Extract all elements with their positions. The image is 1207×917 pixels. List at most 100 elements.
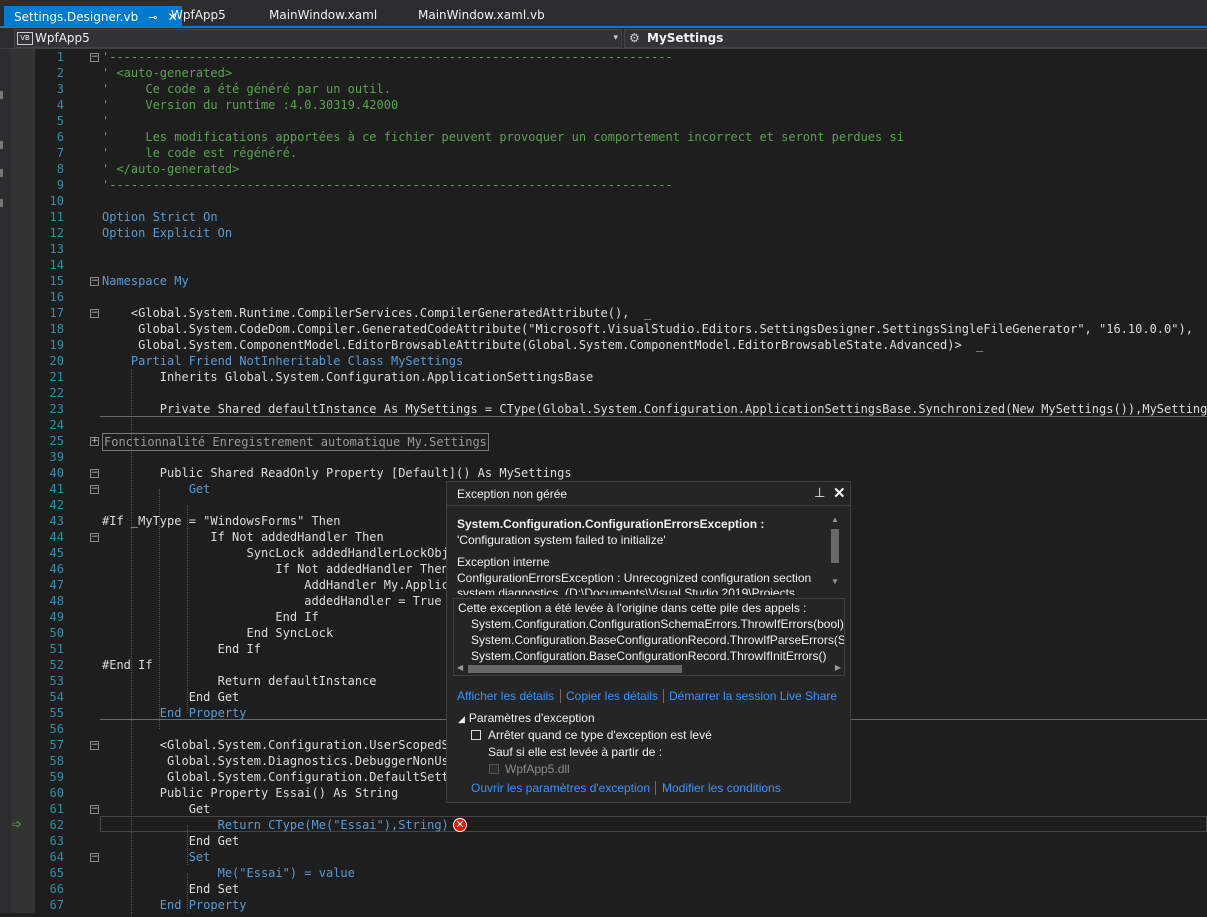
line-number: 47	[49, 578, 64, 592]
line-number: 11	[49, 210, 64, 224]
line-number: 64	[49, 850, 64, 864]
scroll-right-icon[interactable]: ▶	[835, 663, 841, 672]
line-number: 20	[49, 354, 64, 368]
line-number: 49	[49, 610, 64, 624]
code-line: End If	[102, 642, 261, 656]
tab-label: MainWindow.xaml	[269, 8, 378, 22]
collapse-icon[interactable]: −	[90, 741, 99, 750]
scroll-up-icon[interactable]: ▲	[831, 515, 839, 524]
collapse-icon[interactable]: −	[90, 853, 99, 862]
code-line: Return defaultInstance	[102, 674, 377, 688]
line-number: 2	[56, 66, 64, 80]
call-stack-scrollbar[interactable]: ◀ ▶	[454, 663, 844, 675]
edit-conditions-link[interactable]: Modifier les conditions	[662, 781, 781, 795]
collapse-icon[interactable]: −	[90, 309, 99, 318]
project-dropdown[interactable]: VB WpfApp5 ▾	[14, 29, 622, 48]
break-checkbox[interactable]	[471, 730, 481, 740]
code-line: Get	[102, 482, 211, 496]
open-exception-settings-link[interactable]: Ouvrir les paramètres d'exception	[471, 781, 650, 795]
code-line-current: End Get	[102, 834, 240, 848]
pin-icon[interactable]: ⊥	[814, 485, 825, 501]
scroll-thumb[interactable]	[468, 665, 682, 673]
code-line: '---------------------------------------…	[102, 50, 673, 64]
collapse-icon[interactable]: −	[90, 469, 99, 478]
code-line: End Set	[102, 882, 240, 896]
class-icon: ⚙	[629, 31, 640, 45]
member-dropdown[interactable]: ⚙ MySettings	[624, 29, 1207, 48]
code-line: ' le code est régénéré.	[102, 146, 298, 160]
line-number: 39	[49, 450, 64, 464]
code-line: ' </auto-generated>	[102, 162, 240, 176]
inner-exception-message: ConfigurationErrorsException : Unrecogni…	[457, 571, 812, 585]
code-line: Return CType(Me("Essai"),String)	[102, 818, 449, 832]
line-number: 46	[49, 562, 64, 576]
tab-mainwindow-xaml[interactable]: MainWindow.xaml	[269, 4, 377, 26]
code-line: #If _MyType = "WindowsForms" Then	[102, 514, 341, 528]
code-line: AddHandler My.Applica	[102, 578, 457, 592]
line-number: 62	[49, 818, 64, 832]
call-stack-title: Cette exception a été levée à l'origine …	[458, 601, 807, 615]
code-line: ' Les modifications apportées à ce fichi…	[102, 130, 904, 144]
tab-mainwindow-xaml-vb[interactable]: MainWindow.xaml.vb	[418, 4, 545, 26]
line-number: 23	[49, 402, 64, 416]
error-icon[interactable]: ✕	[453, 818, 467, 832]
collapse-icon[interactable]: −	[90, 805, 99, 814]
line-number: 55	[49, 706, 64, 720]
vb-file-icon: VB	[17, 32, 33, 45]
scroll-left-icon[interactable]: ◀	[457, 663, 463, 672]
code-line: ' Ce code a été généré par un outil.	[102, 82, 391, 96]
code-line: '	[102, 114, 110, 128]
exception-settings-header[interactable]: ◢ Paramètres d'exception	[458, 711, 595, 725]
message-scrollbar[interactable]: ▲ ▼	[829, 515, 841, 593]
line-number: 52	[49, 658, 64, 672]
collapse-icon[interactable]: −	[90, 53, 99, 62]
line-number: 66	[49, 882, 64, 896]
expand-icon[interactable]: +	[90, 437, 99, 446]
collapse-icon[interactable]: −	[90, 485, 99, 494]
inner-exception-message-cut: system.diagnostics. (D:\Documents\Visual…	[457, 586, 795, 595]
scroll-thumb[interactable]	[831, 529, 839, 563]
line-number: 67	[49, 898, 64, 912]
line-number: 65	[49, 866, 64, 880]
copy-details-link[interactable]: Copier les détails	[566, 689, 658, 703]
code-line: addedHandler = True	[102, 594, 442, 608]
live-share-link[interactable]: Démarrer la session Live Share	[669, 689, 837, 703]
line-number: 61	[49, 802, 64, 816]
code-line: If Not addedHandler Then	[102, 562, 449, 576]
line-number: 4	[56, 98, 64, 112]
tab-wpfapp5[interactable]: WpfApp5	[171, 4, 226, 26]
pin-icon[interactable]: ⊸	[148, 11, 157, 24]
line-number: 21	[49, 370, 64, 384]
close-icon[interactable]: ✕	[833, 484, 846, 502]
line-number: 3	[56, 82, 64, 96]
line-number: 19	[49, 338, 64, 352]
tab-label: Settings.Designer.vb	[14, 10, 139, 24]
code-line: Option Strict On	[102, 210, 218, 224]
call-stack-frame: System.Configuration.ConfigurationSchema…	[471, 617, 844, 631]
tab-label: MainWindow.xaml.vb	[418, 8, 545, 22]
line-number: 45	[49, 546, 64, 560]
code-line: Partial Friend NotInheritable Class MySe…	[102, 354, 464, 368]
scroll-down-icon[interactable]: ▼	[831, 577, 839, 586]
inner-exception-title: Exception interne	[457, 555, 550, 569]
call-stack-box[interactable]: Cette exception a été levée à l'origine …	[453, 598, 845, 676]
dll-checkbox[interactable]	[489, 764, 499, 774]
except-from-label: Sauf si elle est levée à partir de :	[488, 745, 663, 759]
link-separator	[655, 781, 656, 795]
code-line: If Not addedHandler Then	[102, 530, 384, 544]
call-stack-frame: System.Configuration.BaseConfigurationRe…	[471, 633, 845, 647]
tab-settings-designer[interactable]: Settings.Designer.vb ⊸ ✕	[4, 6, 182, 28]
collapse-icon[interactable]: −	[90, 533, 99, 542]
code-line: End Property	[102, 706, 247, 720]
collapse-icon[interactable]: −	[90, 277, 99, 286]
line-number: 42	[49, 498, 64, 512]
line-number: 10	[49, 194, 64, 208]
collapsed-region[interactable]: Fonctionnalité Enregistrement automatiqu…	[102, 433, 489, 451]
document-tab-bar: Settings.Designer.vb ⊸ ✕ WpfApp5 MainWindo…	[0, 0, 1207, 28]
show-details-link[interactable]: Afficher les détails	[457, 689, 554, 703]
dll-checkbox-label: WpfApp5.dll	[505, 762, 570, 776]
line-number: 14	[49, 258, 64, 272]
code-line: ' Version du runtime :4.0.30319.42000	[102, 98, 399, 112]
line-number: 17	[49, 306, 64, 320]
line-number: 5	[56, 114, 64, 128]
